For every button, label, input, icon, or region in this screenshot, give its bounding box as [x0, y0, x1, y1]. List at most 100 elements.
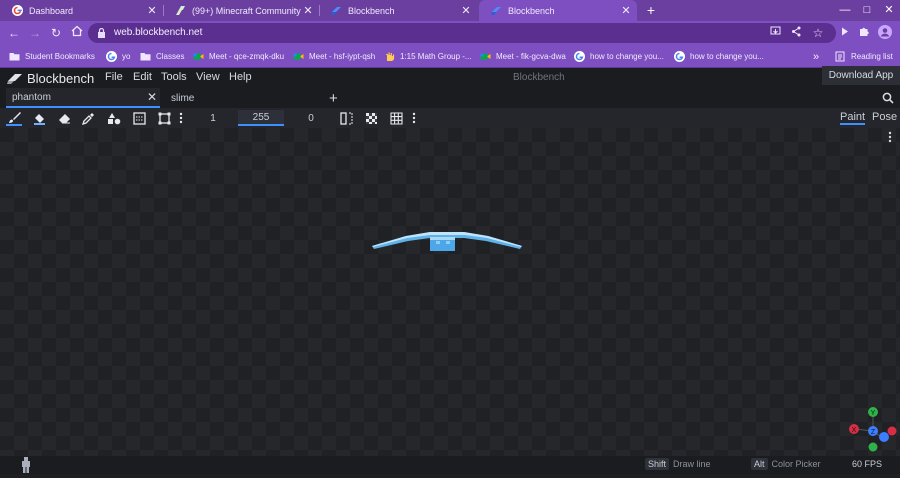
bookmark-how-to-change-1[interactable]: how to change you...	[574, 50, 664, 63]
home-icon[interactable]	[69, 25, 85, 41]
svg-text:X: X	[852, 427, 857, 434]
menu-tools[interactable]: Tools	[161, 71, 187, 83]
fps-counter: 60 FPS	[852, 459, 883, 469]
browser-tab-blockbench-active[interactable]: Blockbench ✕	[479, 0, 637, 21]
alt-action: Color Picker	[771, 459, 821, 469]
close-icon[interactable]: ✕	[619, 4, 633, 17]
eraser-icon[interactable]	[56, 110, 72, 126]
project-tabs: phantom ✕ slime +	[0, 88, 900, 108]
axis-gizmo[interactable]: Y X Z	[848, 406, 898, 456]
more-options-icon[interactable]	[409, 110, 419, 126]
brush-opacity-field[interactable]: 255	[238, 110, 284, 126]
bookmark-label: how to change you...	[590, 52, 664, 61]
browser-tab-minecraft[interactable]: (99+) Minecraft Community - Fa ✕	[163, 0, 319, 21]
tab-title: (99+) Minecraft Community - Fa	[192, 5, 301, 16]
star-icon[interactable]: ☆	[810, 25, 826, 41]
pixel-grid-icon[interactable]	[388, 110, 404, 126]
minecraft-icon	[175, 5, 186, 16]
bookmark-meet-3[interactable]: Meet - fik-gcva-dwa	[480, 50, 566, 63]
shape-tool-icon[interactable]	[106, 110, 122, 126]
status-bar: Shift Draw line Alt Color Picker 60 FPS	[0, 456, 900, 474]
fill-bucket-icon[interactable]	[31, 110, 47, 126]
hand-icon	[386, 52, 395, 61]
browser-tab-blockbench[interactable]: Blockbench ✕	[319, 0, 477, 21]
3d-viewport[interactable]: Y X Z	[0, 128, 900, 456]
maximize-icon[interactable]: □	[856, 0, 878, 21]
bookmarks-bar: Student Bookmarks yo Classes Meet - qce-…	[0, 45, 900, 68]
reading-list-label: Reading list	[851, 52, 893, 61]
selection-tool-icon[interactable]	[156, 110, 172, 126]
app-logo-text: Blockbench	[27, 71, 95, 86]
profile-avatar[interactable]	[878, 25, 892, 41]
menu-help[interactable]: Help	[229, 71, 252, 83]
person-icon[interactable]	[21, 457, 31, 478]
bookmark-label: Classes	[156, 52, 185, 61]
bookmark-label: Meet - fik-gcva-dwa	[496, 52, 566, 61]
google-icon	[574, 51, 585, 62]
folder-icon	[9, 53, 20, 61]
google-icon	[674, 51, 685, 62]
shift-hint: Shift Draw line	[645, 458, 711, 470]
forward-icon[interactable]: →	[27, 25, 43, 41]
close-icon[interactable]: ✕	[145, 4, 159, 17]
brush-icon[interactable]	[6, 110, 22, 126]
brush-softness-field[interactable]: 0	[288, 110, 334, 126]
shift-action: Draw line	[673, 459, 711, 469]
bookmark-math-group[interactable]: 1:15 Math Group -...	[384, 50, 472, 63]
project-tab-label: phantom	[12, 91, 51, 103]
gradient-tool-icon[interactable]	[131, 110, 147, 126]
brush-size-field[interactable]: 1	[190, 110, 236, 126]
google-icon	[12, 5, 23, 16]
google-icon	[106, 51, 117, 62]
close-icon[interactable]: ✕	[147, 90, 157, 104]
bookmark-label: yo	[122, 52, 131, 61]
media-control-icon[interactable]	[836, 25, 852, 41]
close-icon[interactable]: ✕	[301, 4, 315, 17]
color-picker-icon[interactable]	[80, 110, 96, 126]
search-icon[interactable]	[876, 88, 894, 108]
reading-list-button[interactable]: Reading list	[835, 50, 893, 63]
close-window-icon[interactable]: ✕	[878, 0, 900, 21]
browser-tab-strip: Dashboard ✕ (99+) Minecraft Community - …	[0, 0, 900, 21]
browser-tab-dashboard[interactable]: Dashboard ✕	[0, 0, 163, 21]
bookmark-how-to-change-2[interactable]: how to change you...	[674, 50, 764, 63]
mirror-painting-icon[interactable]	[338, 110, 354, 126]
download-app-button[interactable]: Download App	[822, 66, 900, 85]
extensions-icon[interactable]	[856, 25, 872, 41]
project-tab-phantom[interactable]: phantom ✕	[6, 88, 160, 108]
viewport-menu-icon[interactable]	[888, 130, 892, 148]
share-icon[interactable]	[788, 25, 804, 41]
back-icon[interactable]: ←	[6, 25, 22, 41]
blockbench-icon	[7, 73, 22, 84]
bookmark-meet-2[interactable]: Meet - hsf-iypt-qsh	[293, 50, 375, 63]
lock-alpha-icon[interactable]	[363, 110, 379, 126]
more-bookmarks-button[interactable]: »	[813, 50, 819, 63]
blockbench-icon	[331, 5, 342, 16]
mode-tab-paint[interactable]: Paint	[840, 111, 866, 125]
mode-tab-pose[interactable]: Pose	[872, 111, 897, 123]
add-project-tab-button[interactable]: +	[323, 88, 338, 108]
browser-toolbar: ← → ↻ web.blockbench.net ☆	[0, 21, 900, 45]
bookmark-meet-1[interactable]: Meet - qce-zmqk-dku	[193, 50, 284, 63]
reload-icon[interactable]: ↻	[48, 25, 64, 41]
menu-view[interactable]: View	[196, 71, 220, 83]
address-bar[interactable]: web.blockbench.net ☆	[88, 23, 836, 43]
menu-edit[interactable]: Edit	[133, 71, 152, 83]
bookmark-student-bookmarks[interactable]: Student Bookmarks	[9, 50, 95, 63]
bookmark-label: Student Bookmarks	[25, 52, 95, 61]
bookmark-label: Meet - qce-zmqk-dku	[209, 52, 285, 61]
menu-file[interactable]: File	[105, 71, 123, 83]
alt-hint: Alt Color Picker	[751, 458, 821, 470]
new-tab-button[interactable]: +	[643, 0, 659, 21]
install-icon[interactable]	[767, 25, 783, 41]
paint-toolbar: 1 255 0 Paint Pose	[0, 108, 900, 128]
more-options-icon[interactable]	[176, 110, 186, 126]
minimize-icon[interactable]: —	[834, 0, 856, 21]
bookmark-yo[interactable]: yo	[106, 50, 130, 63]
close-icon[interactable]: ✕	[459, 4, 473, 17]
app-title: Blockbench	[513, 72, 565, 83]
project-tab-slime[interactable]: slime	[165, 88, 315, 108]
bookmark-classes[interactable]: Classes	[140, 50, 184, 63]
meet-icon	[293, 53, 304, 60]
folder-icon	[140, 53, 151, 61]
